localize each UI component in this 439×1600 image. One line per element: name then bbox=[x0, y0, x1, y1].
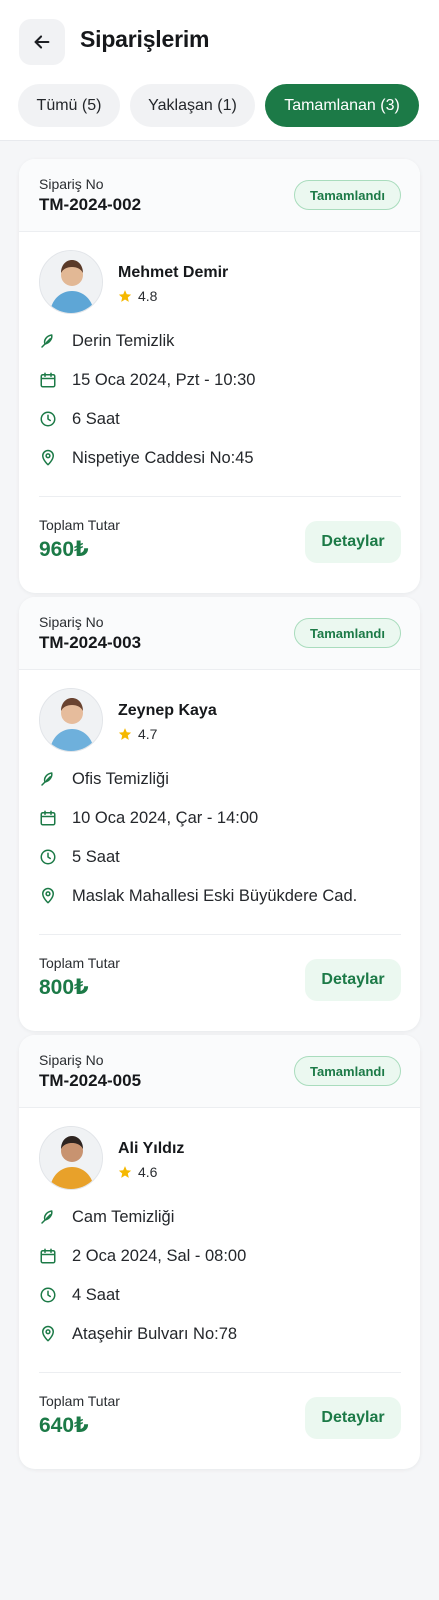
service-name: Derin Temizlik bbox=[72, 331, 175, 350]
status-badge: Tamamlandı bbox=[294, 180, 401, 210]
details-button[interactable]: Detaylar bbox=[305, 959, 401, 1001]
duration-row: 4 Saat bbox=[39, 1283, 120, 1307]
rating-value: 4.8 bbox=[138, 288, 158, 304]
tab-completed[interactable]: Tamamlanan (3) bbox=[265, 84, 419, 127]
avatar-person-icon bbox=[40, 251, 102, 313]
avatar bbox=[39, 688, 103, 752]
worker-name: Zeynep Kaya bbox=[118, 702, 217, 719]
order-address: Maslak Mahallesi Eski Büyükdere Cad. bbox=[72, 886, 358, 905]
service-row: Ofis Temizliği bbox=[39, 767, 169, 791]
order-duration: 6 Saat bbox=[72, 409, 120, 428]
details-button[interactable]: Detaylar bbox=[305, 521, 401, 563]
avatar-person-icon bbox=[40, 689, 102, 751]
total-label: Toplam Tutar bbox=[39, 517, 120, 533]
tab-upcoming[interactable]: Yaklaşan (1) bbox=[130, 84, 255, 127]
divider bbox=[39, 496, 401, 497]
avatar-person-icon bbox=[40, 1127, 102, 1189]
location-pin-icon bbox=[39, 1325, 57, 1343]
divider bbox=[39, 1372, 401, 1373]
total-amount: 800₺ bbox=[39, 976, 89, 999]
total-label: Toplam Tutar bbox=[39, 955, 120, 971]
order-number-label: Sipariş No bbox=[39, 176, 104, 192]
location-pin-icon bbox=[39, 449, 57, 467]
top-bar: Siparişlerim Tümü (5) Yaklaşan (1) Tamam… bbox=[0, 0, 439, 141]
duration-row: 5 Saat bbox=[39, 845, 120, 869]
back-button[interactable] bbox=[19, 19, 65, 65]
date-row: 15 Oca 2024, Pzt - 10:30 bbox=[39, 368, 255, 392]
status-badge: Tamamlandı bbox=[294, 1056, 401, 1086]
clock-icon bbox=[39, 410, 57, 428]
total-amount: 640₺ bbox=[39, 1414, 89, 1437]
order-address: Ataşehir Bulvarı No:78 bbox=[72, 1324, 238, 1343]
order-card: Sipariş No TM-2024-005 Tamamlandı Ali Yı… bbox=[19, 1035, 420, 1469]
address-row: Ataşehir Bulvarı No:78 bbox=[39, 1322, 237, 1346]
order-duration: 5 Saat bbox=[72, 847, 120, 866]
cleaning-brush-icon bbox=[39, 770, 57, 788]
order-card-header: Sipariş No TM-2024-003 Tamamlandı bbox=[19, 597, 420, 670]
status-badge: Tamamlandı bbox=[294, 618, 401, 648]
tab-all[interactable]: Tümü (5) bbox=[18, 84, 120, 127]
order-card-header: Sipariş No TM-2024-002 Tamamlandı bbox=[19, 159, 420, 232]
worker-name: Ali Yıldız bbox=[118, 1140, 185, 1157]
star-icon bbox=[118, 1166, 132, 1178]
avatar bbox=[39, 1126, 103, 1190]
worker-rating: 4.6 bbox=[118, 1164, 157, 1180]
order-date: 2 Oca 2024, Sal - 08:00 bbox=[72, 1246, 247, 1265]
rating-value: 4.6 bbox=[138, 1164, 158, 1180]
date-row: 10 Oca 2024, Çar - 14:00 bbox=[39, 806, 258, 830]
page-title: Siparişlerim bbox=[80, 26, 210, 52]
calendar-icon bbox=[39, 809, 57, 827]
order-card-header: Sipariş No TM-2024-005 Tamamlandı bbox=[19, 1035, 420, 1108]
worker-name: Mehmet Demir bbox=[118, 264, 229, 281]
total-label: Toplam Tutar bbox=[39, 1393, 120, 1409]
service-row: Cam Temizliği bbox=[39, 1205, 174, 1229]
calendar-icon bbox=[39, 371, 57, 389]
order-number-label: Sipariş No bbox=[39, 614, 104, 630]
location-pin-icon bbox=[39, 887, 57, 905]
worker-rating: 4.8 bbox=[118, 288, 157, 304]
service-name: Ofis Temizliği bbox=[72, 769, 169, 788]
address-row: Nispetiye Caddesi No:45 bbox=[39, 446, 254, 470]
total-amount: 960₺ bbox=[39, 538, 89, 561]
address-row: Maslak Mahallesi Eski Büyükdere Cad. bbox=[39, 884, 357, 908]
arrow-left-icon bbox=[34, 35, 50, 49]
service-name: Cam Temizliği bbox=[72, 1207, 175, 1226]
order-number: TM-2024-002 bbox=[39, 195, 142, 214]
cleaning-brush-icon bbox=[39, 1208, 57, 1226]
divider bbox=[39, 934, 401, 935]
order-number-label: Sipariş No bbox=[39, 1052, 104, 1068]
order-duration: 4 Saat bbox=[72, 1285, 120, 1304]
star-icon bbox=[118, 728, 132, 740]
order-card: Sipariş No TM-2024-003 Tamamlandı Zeynep… bbox=[19, 597, 420, 1031]
calendar-icon bbox=[39, 1247, 57, 1265]
details-button[interactable]: Detaylar bbox=[305, 1397, 401, 1439]
rating-value: 4.7 bbox=[138, 726, 158, 742]
order-card: Sipariş No TM-2024-002 Tamamlandı Mehmet… bbox=[19, 159, 420, 593]
cleaning-brush-icon bbox=[39, 332, 57, 350]
order-number: TM-2024-003 bbox=[39, 633, 142, 652]
filter-tabs: Tümü (5) Yaklaşan (1) Tamamlanan (3) bbox=[18, 84, 419, 127]
worker-rating: 4.7 bbox=[118, 726, 157, 742]
order-date: 15 Oca 2024, Pzt - 10:30 bbox=[72, 370, 256, 389]
date-row: 2 Oca 2024, Sal - 08:00 bbox=[39, 1244, 246, 1268]
star-icon bbox=[118, 290, 132, 302]
order-date: 10 Oca 2024, Çar - 14:00 bbox=[72, 808, 259, 827]
order-number: TM-2024-005 bbox=[39, 1071, 142, 1090]
clock-icon bbox=[39, 848, 57, 866]
duration-row: 6 Saat bbox=[39, 407, 120, 431]
service-row: Derin Temizlik bbox=[39, 329, 174, 353]
clock-icon bbox=[39, 1286, 57, 1304]
avatar bbox=[39, 250, 103, 314]
order-address: Nispetiye Caddesi No:45 bbox=[72, 448, 254, 467]
